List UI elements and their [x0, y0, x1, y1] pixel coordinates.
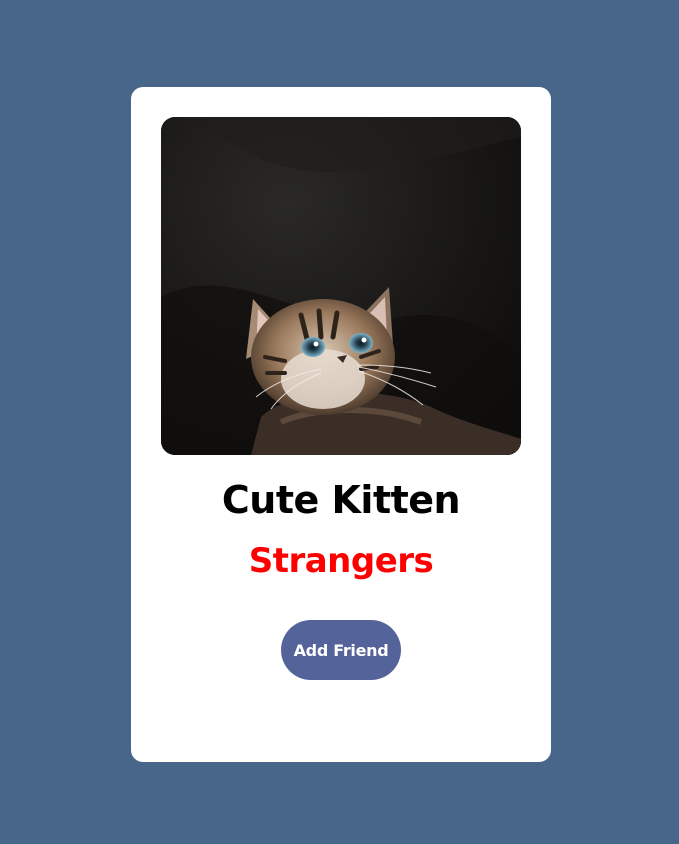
add-friend-button[interactable]: Add Friend [281, 620, 401, 680]
friend-status-label: Strangers [248, 541, 434, 581]
profile-card: Cute Kitten Strangers Add Friend [131, 87, 551, 762]
profile-name: Cute Kitten [221, 478, 461, 522]
kitten-photo [161, 117, 521, 455]
